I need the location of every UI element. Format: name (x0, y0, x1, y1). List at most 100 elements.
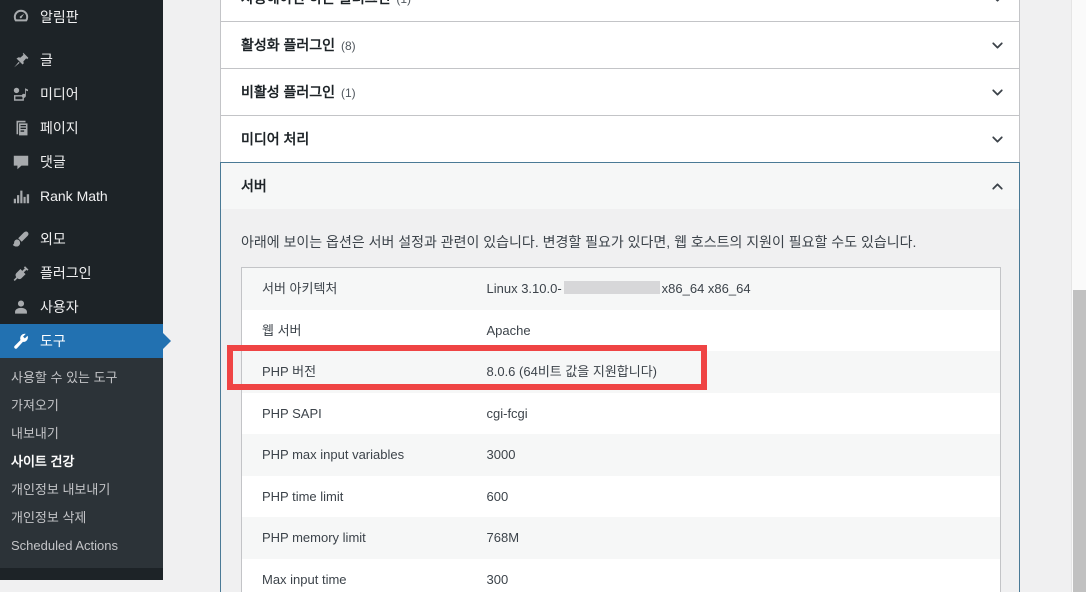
accordion-title: 활성화 플러그인 (8) (241, 35, 356, 55)
dashboard-icon (11, 8, 31, 26)
accordion-count-badge: (1) (340, 86, 356, 100)
sidebar-item-comments[interactable]: 댓글 (0, 145, 163, 179)
sidebar-subitem-0[interactable]: 사용할 수 있는 도구 (0, 364, 163, 392)
table-row: Max input time 300 (241, 558, 1001, 592)
server-arch-prefix: Linux 3.10.0- (486, 281, 562, 297)
accordion-title: 비활성 플러그인 (1) (241, 82, 356, 102)
brush-icon (11, 230, 31, 248)
server-info-table: 서버 아키텍처 Linux 3.10.0- x86_64 x86_64 웹 서버 Apa… (241, 267, 1001, 592)
table-row: PHP memory limit 768M (241, 517, 1001, 559)
wrench-icon (11, 332, 31, 350)
sidebar-subitem-2[interactable]: 내보내기 (0, 420, 163, 448)
accordion-section: 서버아래에 보이는 옵션은 서버 설정과 관련이 있습니다. 변경할 필요가 있… (220, 162, 1020, 592)
window-gutter (1056, 0, 1071, 592)
site-health-accordion: 사용해야만 하는 플러그인 (1) 활성화 플러그인 (8) 비활성 플러그인 (1… (220, 0, 1020, 592)
accordion-header-1[interactable]: 활성화 플러그인 (8) (221, 22, 1019, 68)
server-info-key: PHP memory limit (262, 530, 366, 546)
sidebar-item-label: 도구 (40, 333, 66, 349)
sidebar-subitem-4[interactable]: 개인정보 내보내기 (0, 476, 163, 504)
accordion-title: 사용해야만 하는 플러그인 (1) (241, 0, 411, 8)
server-info-value: 768M (486, 530, 520, 546)
accordion-header-4[interactable]: 서버 (221, 163, 1019, 209)
accordion-header-2[interactable]: 비활성 플러그인 (1) (221, 69, 1019, 115)
server-info-value: 300 (486, 571, 509, 587)
sidebar-separator (0, 213, 163, 222)
sidebar-item-appearance[interactable]: 외모 (0, 222, 163, 256)
accordion-count-badge: (1) (396, 0, 411, 6)
sidebar-item-plugins[interactable]: 플러그인 (0, 256, 163, 290)
sidebar-item-label: 댓글 (40, 154, 66, 170)
accordion-section: 비활성 플러그인 (1) (220, 69, 1020, 116)
sidebar-item-tools[interactable]: 도구 (0, 324, 171, 358)
browser-viewport: 알림판글미디어페이지댓글 Rank Math 외모플러그인사용자도구사용할 수 있는… (0, 0, 1086, 592)
chevron-down-icon[interactable] (987, 0, 1007, 8)
pin-icon (11, 51, 31, 69)
sidebar-item-label: 외모 (40, 231, 66, 247)
sidebar-separator (0, 34, 163, 43)
accordion-title-text: 서버 (241, 178, 267, 194)
table-row: PHP SAPI cgi-fcgi (241, 392, 1001, 435)
sidebar-item-label: 알림판 (40, 9, 79, 25)
sidebar-item-pages[interactable]: 페이지 (0, 111, 163, 145)
accordion-title: 미디어 처리 (241, 129, 309, 149)
media-icon (11, 85, 31, 103)
page-scrollbar[interactable] (1071, 0, 1086, 592)
sidebar-item-posts[interactable]: 글 (0, 43, 163, 77)
comment-icon (11, 153, 31, 171)
server-info-key: 서버 아키텍처 (262, 281, 338, 297)
redacted-block (563, 281, 660, 295)
accordion-count-badge: (8) (340, 39, 356, 53)
sidebar-subitem-6[interactable]: Scheduled Actions (0, 532, 163, 560)
server-info-value: 3000 (486, 447, 516, 463)
sidebar-submenu-tools: 사용할 수 있는 도구 가져오기 내보내기 사이트 건강 개인정보 내보내기 개인정보 삭… (0, 358, 163, 568)
sidebar-item-dashboard[interactable]: 알림판 (0, 0, 163, 34)
table-row: 웹 서버 Apache (241, 309, 1001, 352)
accordion-section: 활성화 플러그인 (8) (220, 22, 1020, 69)
sidebar-item-label: 페이지 (40, 120, 79, 136)
chevron-down-icon[interactable] (987, 129, 1007, 149)
main-content: 사용해야만 하는 플러그인 (1) 활성화 플러그인 (8) 비활성 플러그인 (1… (163, 0, 1071, 592)
sidebar-item-rank-math[interactable]: Rank Math (0, 179, 163, 213)
page-scrollbar-thumb[interactable] (1073, 290, 1086, 592)
accordion-section: 사용해야만 하는 플러그인 (1) (220, 0, 1020, 22)
server-info-key: 웹 서버 (262, 322, 302, 338)
plug-icon (11, 264, 31, 282)
table-row: 서버 아키텍처 Linux 3.10.0- x86_64 x86_64 (241, 267, 1001, 310)
accordion-title-text: 비활성 플러그인 (241, 84, 336, 100)
sidebar-subitem-5[interactable]: 개인정보 삭제 (0, 504, 163, 532)
server-arch-suffix: x86_64 x86_64 (661, 281, 751, 297)
chevron-up-icon[interactable] (987, 176, 1007, 196)
server-info-key: PHP 버전 (262, 364, 317, 380)
chevron-down-icon[interactable] (987, 82, 1007, 102)
admin-sidebar: 알림판글미디어페이지댓글 Rank Math 외모플러그인사용자도구사용할 수 있는… (0, 0, 171, 580)
page-icon (11, 119, 31, 137)
accordion-title: 서버 (241, 176, 267, 196)
sidebar-subitem-1[interactable]: 가져오기 (0, 392, 163, 420)
accordion-header-3[interactable]: 미디어 처리 (221, 116, 1019, 162)
server-info-key: PHP time limit (262, 488, 344, 504)
server-info-value: 600 (486, 488, 509, 504)
sidebar-item-label: 사용자 (40, 299, 79, 315)
server-info-key: Max input time (262, 571, 347, 587)
server-info-key: PHP max input variables (262, 447, 405, 463)
user-icon (11, 298, 31, 316)
sidebar-item-label: 미디어 (40, 86, 79, 102)
table-row: PHP 버전 8.0.6 (64비트 값을 지원합니다) (241, 351, 1001, 393)
sidebar-subitem-3[interactable]: 사이트 건강 (0, 448, 163, 476)
server-info-value: Apache (486, 322, 531, 338)
sidebar-item-media[interactable]: 미디어 (0, 77, 163, 111)
server-panel-description: 아래에 보이는 옵션은 서버 설정과 관련이 있습니다. 변경할 필요가 있다면… (241, 234, 917, 250)
server-info-key: PHP SAPI (262, 405, 322, 421)
sidebar-menu-list: 알림판글미디어페이지댓글 Rank Math 외모플러그인사용자도구사용할 수 있는… (0, 0, 171, 568)
accordion-title-text: 사용해야만 하는 플러그인 (241, 0, 390, 6)
accordion-header-0[interactable]: 사용해야만 하는 플러그인 (1) (221, 0, 1019, 21)
table-row: PHP max input variables 3000 (241, 434, 1001, 476)
accordion-title-text: 미디어 처리 (241, 131, 310, 147)
sidebar-item-label: 글 (40, 52, 53, 68)
sidebar-item-label: 플러그인 (40, 265, 92, 281)
chevron-down-icon[interactable] (987, 35, 1007, 55)
sidebar-item-users[interactable]: 사용자 (0, 290, 163, 324)
server-info-value: cgi-fcgi (486, 405, 528, 421)
sidebar-item-label: Rank Math (40, 188, 108, 204)
server-info-value: Linux 3.10.0- x86_64 x86_64 (467, 268, 1001, 310)
